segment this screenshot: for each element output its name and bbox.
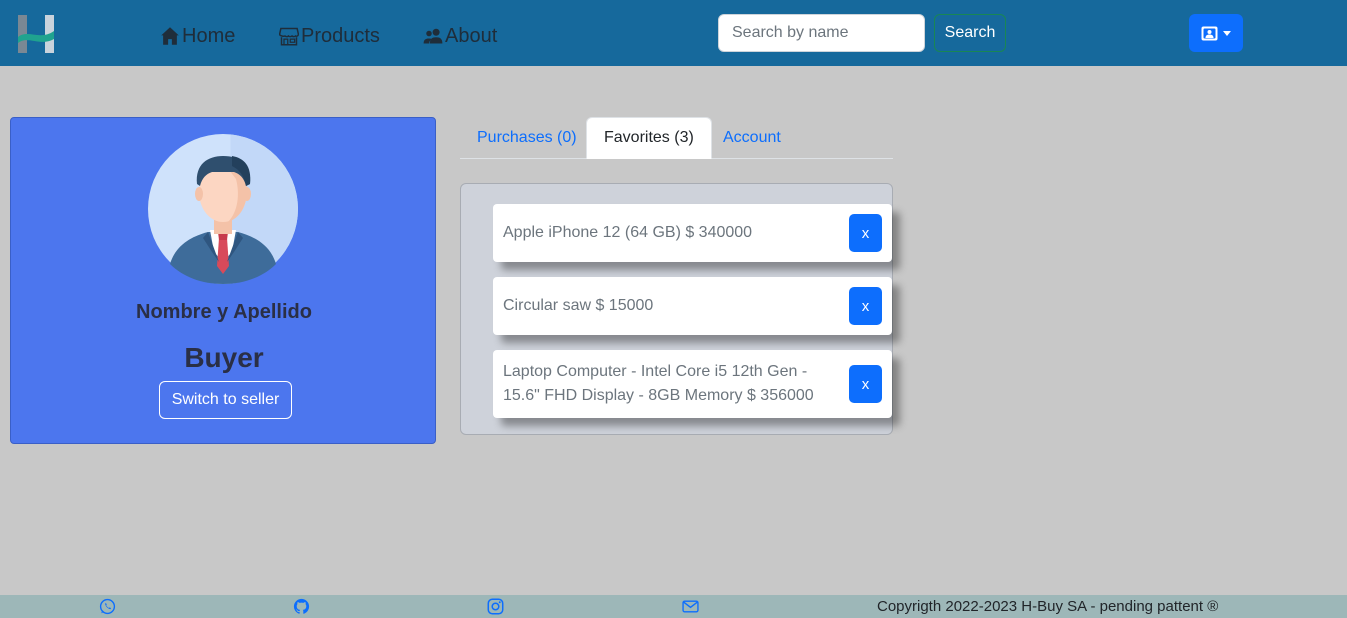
nav-home-link[interactable]: Home	[160, 22, 235, 50]
navbar: Home Products About Search	[0, 0, 1347, 66]
nav-products-label: Products	[301, 24, 380, 47]
house-icon	[161, 27, 179, 45]
favorite-item-text: Laptop Computer - Intel Core i5 12th Gen…	[503, 363, 814, 404]
remove-favorite-button[interactable]: x	[849, 214, 882, 252]
brand-logo[interactable]	[18, 15, 54, 53]
tab-favorites[interactable]: Favorites (3)	[586, 117, 712, 159]
favorite-item-text: Apple iPhone 12 (64 GB) $ 340000	[503, 224, 753, 241]
favorites-panel: Apple iPhone 12 (64 GB) $ 340000 x Circu…	[460, 183, 893, 435]
envelope-icon[interactable]	[682, 598, 699, 615]
favorite-item-text: Circular saw $ 15000	[503, 297, 654, 314]
profile-role: Buyer	[184, 342, 264, 373]
remove-favorite-button[interactable]: x	[849, 287, 882, 325]
nav-products-link[interactable]: Products	[279, 22, 380, 50]
footer: Copyrigth 2022-2023 H-Buy SA - pending p…	[0, 595, 1347, 618]
search-input[interactable]	[718, 14, 925, 52]
favorite-item: Apple iPhone 12 (64 GB) $ 340000 x	[493, 204, 892, 262]
github-icon[interactable]	[293, 598, 310, 615]
tab-account[interactable]: Account	[706, 117, 798, 159]
switch-to-seller-button[interactable]: Switch to seller	[159, 381, 292, 419]
shop-icon	[279, 27, 299, 46]
nav-home-label: Home	[182, 24, 236, 47]
copyright-text: Copyrigth 2022-2023 H-Buy SA - pending p…	[877, 598, 1219, 615]
caret-down-icon	[1223, 30, 1231, 36]
instagram-icon[interactable]	[487, 598, 504, 615]
favorite-item: Circular saw $ 15000 x	[493, 277, 892, 335]
profile-tabs: Purchases (0) Favorites (3) Account	[460, 117, 893, 159]
user-menu-button[interactable]	[1189, 14, 1243, 52]
favorite-item: Laptop Computer - Intel Core i5 12th Gen…	[493, 350, 892, 418]
people-icon	[423, 28, 443, 44]
search-button[interactable]: Search	[934, 14, 1006, 52]
nav-about-label: About	[445, 24, 498, 47]
remove-favorite-button[interactable]: x	[849, 365, 882, 403]
avatar	[148, 134, 298, 284]
profile-card: Nombre y Apellido Buyer Switch to seller	[10, 117, 436, 444]
nav-about-link[interactable]: About	[423, 22, 497, 50]
whatsapp-icon[interactable]	[99, 598, 116, 615]
person-card-icon	[1201, 26, 1218, 40]
profile-name: Nombre y Apellido	[136, 301, 312, 323]
tab-purchases[interactable]: Purchases (0)	[460, 117, 594, 159]
